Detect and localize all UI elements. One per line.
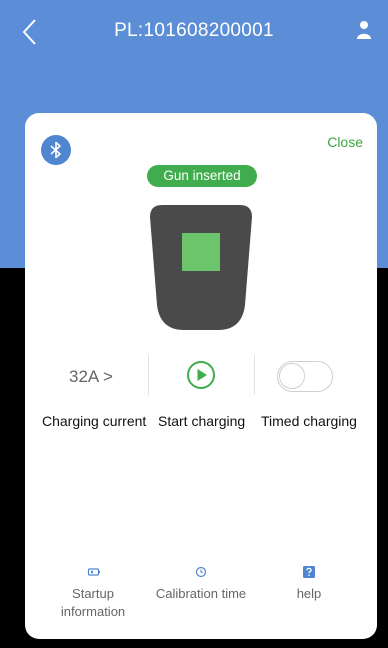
battery-info-icon (87, 568, 100, 576)
status-badge: Gun inserted (147, 165, 257, 187)
charger-illustration (150, 205, 252, 330)
clock-icon (195, 566, 207, 578)
charging-current-label: Charging current (42, 413, 147, 429)
start-charging-button[interactable] (186, 360, 216, 390)
charger-panel: Close Gun inserted 32A > Charging curren… (25, 113, 377, 639)
close-button[interactable]: Close (327, 134, 363, 150)
divider (148, 355, 149, 395)
toggle-knob (279, 363, 305, 389)
user-button[interactable] (352, 18, 376, 42)
divider (254, 355, 255, 395)
bluetooth-button[interactable] (41, 135, 71, 165)
calibration-time-label: Calibration time (155, 586, 247, 601)
startup-information-label-line1: Startup (72, 586, 114, 601)
help-icon (303, 566, 315, 578)
timed-charging-toggle[interactable] (277, 361, 333, 392)
timed-charging-label: Timed charging (261, 413, 357, 429)
start-charging-label: Start charging (158, 413, 246, 429)
help-label: help (296, 586, 322, 601)
bluetooth-icon (50, 141, 61, 159)
user-icon (357, 21, 371, 39)
play-circle-icon (187, 361, 215, 389)
control-row: 32A > (25, 353, 377, 403)
startup-information-label-line2: information (60, 604, 126, 619)
charging-current-value[interactable]: 32A > (69, 367, 113, 387)
page-title: PL:101608200001 (114, 20, 274, 41)
